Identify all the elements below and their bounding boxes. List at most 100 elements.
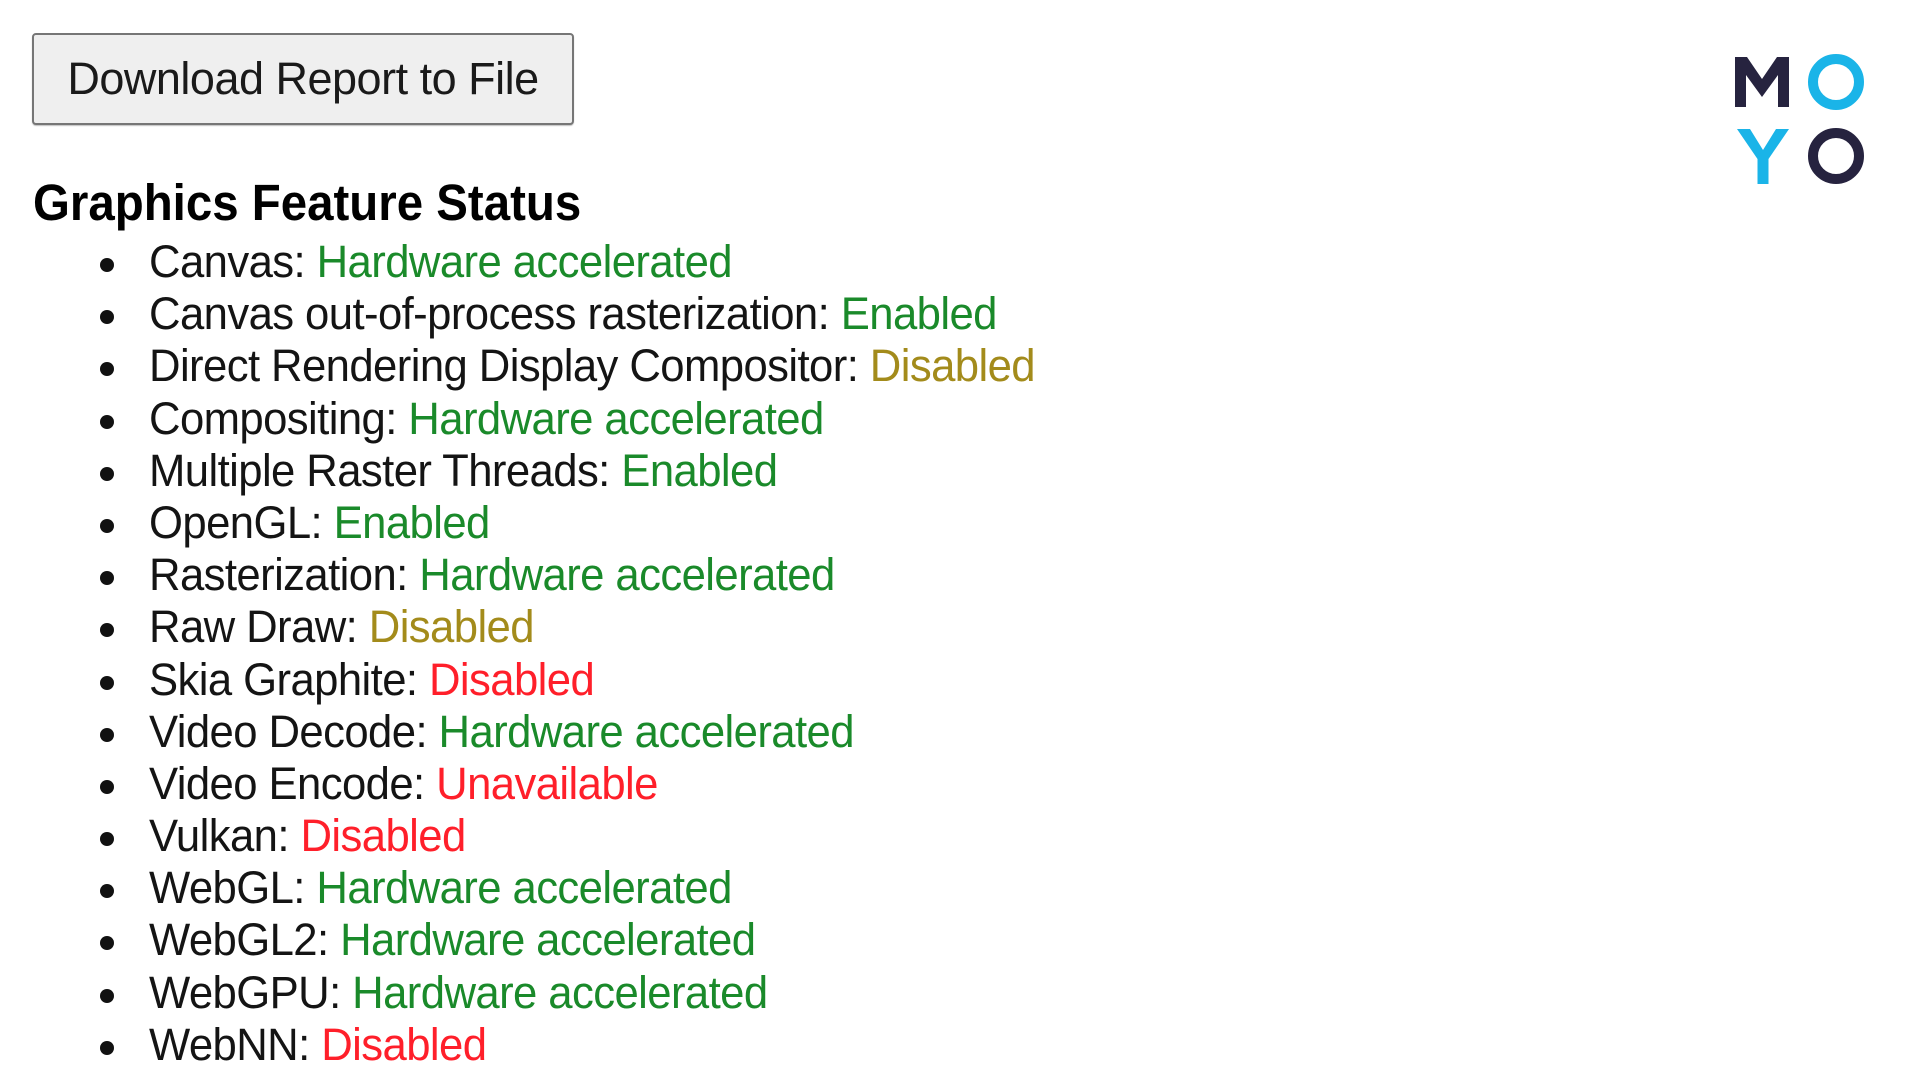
feature-text: Canvas: Hardware accelerated [149, 236, 733, 288]
feature-separator: : [405, 653, 429, 705]
feature-name: WebGL [149, 862, 294, 914]
feature-name: Video Decode [149, 705, 416, 757]
feature-status: Disabled [368, 601, 535, 653]
feature-name: Rasterization [149, 549, 397, 601]
feature-separator: : [846, 340, 870, 392]
logo-letter-y [1737, 129, 1789, 184]
feature-item: Vulkan: Disabled [0, 810, 1062, 862]
feature-status: Hardware accelerated [352, 966, 768, 1018]
feature-item: Canvas: Hardware accelerated [0, 236, 1062, 288]
bullet-icon [100, 623, 114, 638]
feature-item: Rasterization: Hardware accelerated [0, 549, 1062, 601]
feature-text: WebGL: Hardware accelerated [149, 862, 732, 914]
feature-status: Enabled [621, 444, 778, 496]
feature-text: Raw Draw: Disabled [149, 601, 535, 653]
feature-status: Hardware accelerated [419, 549, 835, 601]
feature-name: Compositing [149, 392, 386, 444]
bullet-icon [100, 936, 114, 951]
feature-text: Multiple Raster Threads: Enabled [149, 444, 778, 497]
feature-item: OpenGL: Enabled [0, 497, 1062, 549]
feature-status: Disabled [300, 810, 466, 862]
feature-text: WebGPU: Hardware accelerated [149, 967, 768, 1019]
bullet-icon [100, 1040, 114, 1055]
logo-letter-o-bottom [1808, 128, 1864, 184]
feature-item: Video Decode: Hardware accelerated [0, 706, 1062, 758]
feature-status: Enabled [840, 288, 998, 340]
feature-name: Skia Graphite [149, 653, 406, 705]
feature-status: Hardware accelerated [340, 914, 756, 966]
graphics-feature-status-heading: Graphics Feature Status [33, 174, 582, 231]
feature-separator: : [293, 862, 317, 914]
feature-name: Canvas [149, 236, 294, 287]
bullet-icon [100, 727, 114, 742]
feature-text: Video Decode: Hardware accelerated [149, 705, 855, 758]
bullet-icon [100, 310, 114, 325]
feature-separator: : [598, 444, 622, 496]
feature-separator: : [345, 601, 369, 653]
feature-text: Rasterization: Hardware accelerated [149, 549, 835, 601]
feature-item: Canvas out-of-process rasterization: Ena… [0, 288, 1062, 340]
feature-name: WebGPU [149, 966, 330, 1018]
feature-status: Hardware accelerated [438, 705, 855, 757]
feature-text: WebGL2: Hardware accelerated [149, 914, 756, 966]
logo-letter-m [1735, 57, 1789, 107]
feature-item: Compositing: Hardware accelerated [0, 393, 1062, 445]
feature-name: WebGL2 [149, 914, 318, 966]
bullet-icon [100, 884, 114, 899]
bullet-icon [100, 466, 114, 481]
feature-item: Video Encode: Unavailable [0, 758, 1062, 810]
feature-item: WebGL: Hardware accelerated [0, 862, 1062, 914]
bullet-icon [100, 414, 114, 429]
feature-status-list: Canvas: Hardware accelerated Canvas out-o… [0, 236, 1062, 1071]
feature-text: WebNN: Disabled [149, 1018, 487, 1071]
feature-status: Enabled [333, 496, 491, 548]
feature-separator: : [413, 757, 437, 809]
feature-item: WebGL2: Hardware accelerated [0, 914, 1062, 966]
feature-separator: : [277, 810, 301, 862]
bullet-icon [100, 362, 114, 377]
feature-separator: : [385, 392, 409, 444]
feature-name: Canvas out-of-process rasterization [149, 288, 818, 340]
feature-status: Hardware accelerated [408, 392, 824, 444]
feature-name: Multiple Raster Threads [149, 444, 599, 496]
feature-status: Hardware accelerated [316, 862, 732, 914]
bullet-icon [100, 832, 114, 847]
feature-separator: : [415, 705, 439, 757]
feature-item: Raw Draw: Disabled [0, 601, 1062, 653]
feature-name: Direct Rendering Display Compositor [149, 340, 847, 392]
bullet-icon [100, 258, 114, 272]
feature-status: Hardware accelerated [316, 236, 733, 287]
feature-text: Canvas out-of-process rasterization: Ena… [149, 288, 997, 340]
feature-text: Video Encode: Unavailable [149, 758, 658, 810]
feature-separator: : [316, 914, 341, 966]
feature-status: Unavailable [436, 757, 658, 809]
feature-item: WebGPU: Hardware accelerated [0, 967, 1062, 1019]
feature-name: WebNN [149, 1018, 299, 1070]
feature-separator: : [329, 966, 353, 1018]
feature-item: WebNN: Disabled [0, 1019, 1062, 1071]
feature-item: Direct Rendering Display Compositor: Dis… [0, 340, 1062, 392]
feature-text: Vulkan: Disabled [149, 810, 466, 862]
feature-status: Disabled [428, 653, 595, 705]
feature-status: Disabled [321, 1018, 487, 1070]
feature-text: Skia Graphite: Disabled [149, 653, 595, 706]
feature-name: OpenGL [149, 496, 311, 548]
feature-item: Multiple Raster Threads: Enabled [0, 445, 1062, 497]
bullet-icon [100, 518, 114, 533]
feature-separator: : [298, 1018, 322, 1070]
bullet-icon [100, 779, 114, 794]
feature-text: OpenGL: Enabled [149, 497, 490, 549]
logo-letter-o-top [1808, 54, 1864, 110]
feature-item: Skia Graphite: Disabled [0, 654, 1062, 706]
feature-name: Video Encode [149, 757, 414, 809]
feature-separator: : [310, 496, 334, 548]
bullet-icon [100, 675, 114, 690]
moyo-logo-icon [1735, 54, 1864, 184]
download-report-button[interactable]: Download Report to File [32, 33, 574, 125]
bullet-icon [100, 988, 114, 1003]
feature-text: Direct Rendering Display Compositor: Dis… [149, 340, 1036, 392]
feature-status: Disabled [869, 340, 1036, 392]
feature-name: Raw Draw [149, 601, 346, 653]
feature-text: Compositing: Hardware accelerated [149, 393, 824, 445]
feature-separator: : [396, 549, 420, 601]
